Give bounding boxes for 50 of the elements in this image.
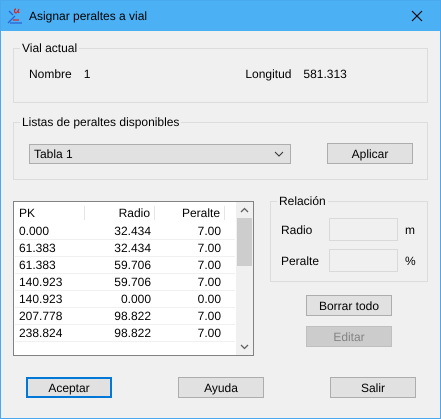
scrollbar[interactable] bbox=[236, 202, 253, 355]
column-header[interactable]: PK bbox=[15, 206, 85, 220]
unit-label: % bbox=[405, 254, 416, 268]
field-label: Radio bbox=[281, 222, 314, 236]
column-header[interactable]: Peralte bbox=[155, 206, 225, 220]
table-cell-text: 98.822 bbox=[113, 326, 152, 340]
table-cell-text: 59.706 bbox=[113, 258, 152, 272]
chevron-icon bbox=[274, 150, 284, 156]
table-cell-text: 32.434 bbox=[113, 241, 152, 255]
app-icon bbox=[7, 8, 23, 24]
group-title: Listas de peraltes disponibles bbox=[21, 115, 180, 129]
group-title: Relación bbox=[278, 194, 327, 208]
table-cell-text: 0.000 bbox=[18, 224, 50, 238]
window-title: Asignar peraltes a vial bbox=[29, 9, 148, 23]
table-cell-text: 140.923 bbox=[18, 275, 64, 289]
table-cell-text: 61.383 bbox=[18, 258, 57, 272]
clear-all-button[interactable]: Borrar todo bbox=[306, 295, 392, 316]
exit-button[interactable]: Salir bbox=[330, 377, 416, 398]
apply-button[interactable]: Aplicar bbox=[327, 143, 413, 164]
table-cell-text: 7.00 bbox=[196, 326, 222, 340]
table-cell-text: 7.00 bbox=[196, 258, 222, 272]
unit-label: m bbox=[405, 222, 415, 236]
nombre-label: Nombre bbox=[29, 67, 72, 81]
table-cell-text: 140.923 bbox=[18, 292, 64, 306]
column-header[interactable]: Radio bbox=[85, 206, 155, 220]
table-cell-text: 0.00 bbox=[196, 292, 222, 306]
table-cell-text: 7.00 bbox=[196, 309, 222, 323]
nombre-value: 1 bbox=[84, 67, 90, 81]
group-title: Vial actual bbox=[21, 41, 78, 55]
table-cell-text: 59.706 bbox=[113, 275, 152, 289]
close-icon bbox=[411, 10, 423, 22]
longitud-label: Longitud bbox=[245, 67, 292, 81]
table-cell-text: 238.824 bbox=[18, 326, 64, 340]
scroll-down-icon[interactable] bbox=[240, 344, 249, 350]
table-cell-text: 7.00 bbox=[196, 224, 222, 238]
table-dropdown[interactable]: Tabla 1 bbox=[29, 144, 291, 164]
field-label: Peralte bbox=[281, 254, 320, 268]
dropdown-value: Tabla 1 bbox=[34, 146, 73, 160]
longitud-value: 581.313 bbox=[303, 67, 347, 81]
scroll-up-icon[interactable] bbox=[240, 207, 249, 213]
table-cell-text: 7.00 bbox=[196, 275, 222, 289]
help-button[interactable]: Ayuda bbox=[178, 377, 264, 398]
table-cell-text: 207.778 bbox=[18, 309, 64, 323]
table-cell-text: 98.822 bbox=[113, 309, 152, 323]
table-cell-text: 32.434 bbox=[113, 224, 152, 238]
table-cell-text: 7.00 bbox=[196, 241, 222, 255]
table-cell-text: 61.383 bbox=[18, 241, 57, 255]
table-cell-text: 0.000 bbox=[120, 292, 152, 306]
accept-button[interactable]: Aceptar bbox=[26, 377, 112, 398]
scroll-thumb[interactable] bbox=[237, 218, 252, 266]
